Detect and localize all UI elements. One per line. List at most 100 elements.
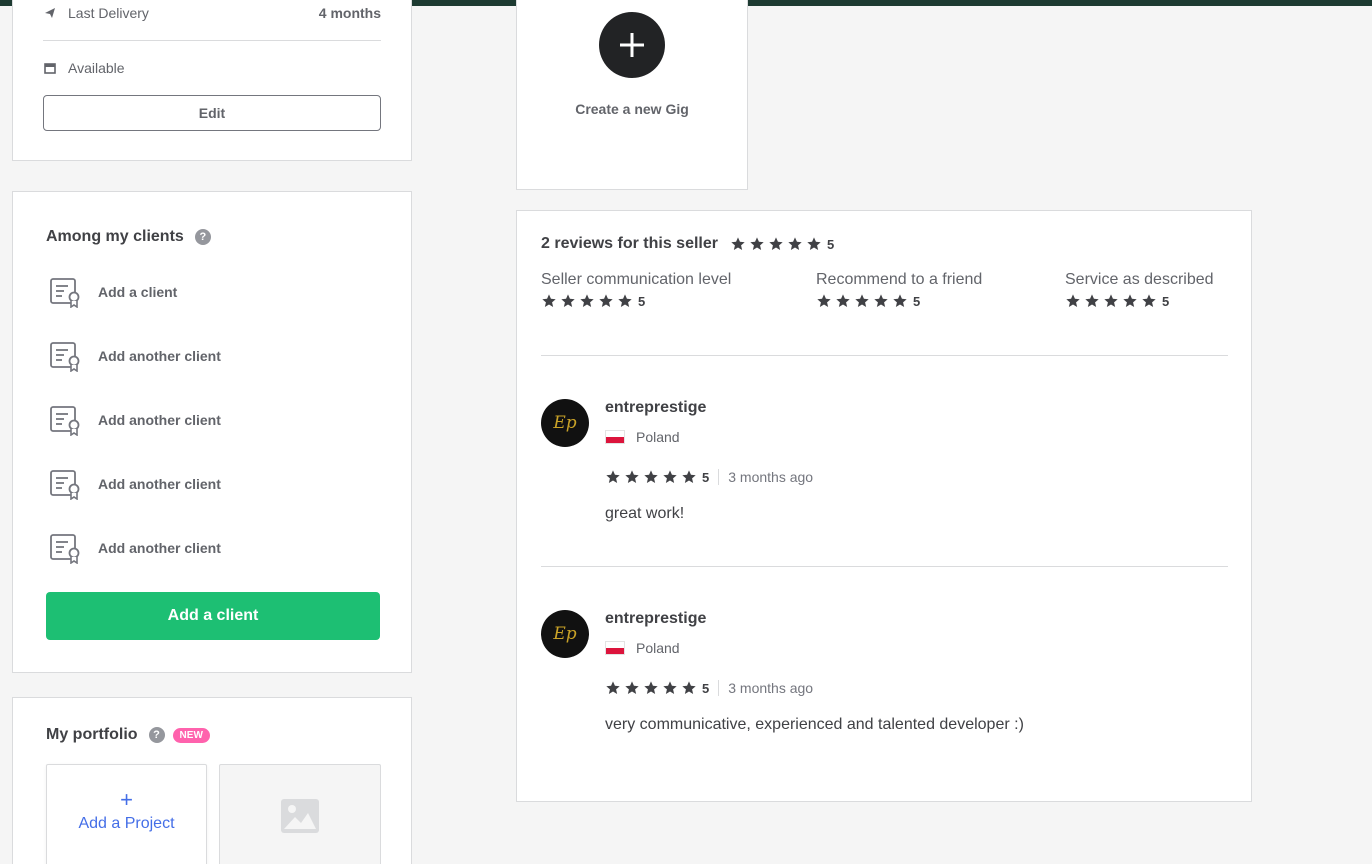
seller-overview-card: Last Delivery 4 months Available Edit xyxy=(12,0,412,161)
calendar-icon xyxy=(43,61,57,75)
portfolio-title: My portfolio ? NEW xyxy=(46,726,210,744)
star-icon xyxy=(618,294,632,307)
review-rating: 5 3 months ago xyxy=(605,469,813,485)
client-item-label: Add another client xyxy=(98,348,221,364)
star-rating: 5 xyxy=(605,469,709,485)
breakdown-label: Seller communication level xyxy=(541,271,732,288)
star-icon xyxy=(769,237,783,250)
star-icon xyxy=(625,681,639,694)
clients-title-text: Among my clients xyxy=(46,228,184,245)
review-text: great work! xyxy=(605,505,685,522)
availability-row: Available xyxy=(43,60,381,76)
review-rating-value: 5 xyxy=(702,680,710,696)
star-icon xyxy=(1142,294,1156,307)
separator xyxy=(718,469,720,485)
star-icon xyxy=(817,294,831,307)
plus-circle-icon[interactable] xyxy=(599,12,665,78)
divider xyxy=(541,566,1228,567)
add-project-tile[interactable]: + Add a Project xyxy=(46,764,207,864)
star-icon xyxy=(874,294,888,307)
star-icon xyxy=(1104,294,1118,307)
certificate-icon xyxy=(50,278,80,308)
breakdown-rating-value: 5 xyxy=(638,293,646,309)
star-icon xyxy=(750,237,764,250)
help-icon[interactable]: ? xyxy=(148,727,165,743)
star-icon xyxy=(663,681,677,694)
image-placeholder-icon xyxy=(281,799,319,833)
last-delivery-label: Last Delivery xyxy=(68,5,149,21)
star-icon xyxy=(542,294,556,307)
review-date: 3 months ago xyxy=(728,469,814,485)
star-rating: 5 xyxy=(1065,293,1169,309)
review-text: very communicative, experienced and tale… xyxy=(605,716,1024,733)
rating-breakdown-item: Service as described 5 xyxy=(1065,271,1214,314)
availability-status: Available xyxy=(68,60,125,76)
star-rating: 5 xyxy=(816,293,920,309)
poland-flag-icon xyxy=(605,430,625,444)
review-country-name: Poland xyxy=(636,429,680,445)
client-item[interactable]: Add another client xyxy=(49,468,221,500)
breakdown-label: Service as described xyxy=(1065,271,1214,288)
review-rating: 5 3 months ago xyxy=(605,680,813,696)
star-icon xyxy=(836,294,850,307)
star-icon xyxy=(580,294,594,307)
portfolio-card: My portfolio ? NEW + Add a Project xyxy=(12,697,412,864)
reviews-header: 2 reviews for this seller 5 xyxy=(541,235,834,253)
star-icon xyxy=(606,470,620,483)
add-project-label: Add a Project xyxy=(78,815,175,832)
client-item-label: Add another client xyxy=(98,412,221,428)
breakdown-rating-value: 5 xyxy=(913,293,921,309)
client-item[interactable]: Add another client xyxy=(49,404,221,436)
client-item-label: Add another client xyxy=(98,476,221,492)
divider xyxy=(43,40,381,41)
portfolio-title-text: My portfolio xyxy=(46,726,138,743)
help-icon[interactable]: ? xyxy=(194,229,211,245)
reviews-count-title: 2 reviews for this seller xyxy=(541,235,718,252)
star-icon xyxy=(1123,294,1137,307)
last-delivery-row: Last Delivery 4 months xyxy=(43,5,381,21)
star-icon xyxy=(893,294,907,307)
add-client-button[interactable]: Add a client xyxy=(46,592,380,640)
star-icon xyxy=(807,237,821,250)
client-item[interactable]: Add another client xyxy=(49,340,221,372)
certificate-icon xyxy=(50,406,80,436)
client-item[interactable]: Add a client xyxy=(49,276,177,308)
review-username[interactable]: entreprestige xyxy=(605,610,706,628)
clients-card: Among my clients ? Add a client Add anot… xyxy=(12,191,412,673)
star-icon xyxy=(625,470,639,483)
paper-plane-icon xyxy=(43,6,57,20)
avatar[interactable]: Ep xyxy=(541,399,589,447)
last-delivery-value: 4 months xyxy=(318,5,381,21)
client-item[interactable]: Add another client xyxy=(49,532,221,564)
star-rating: 5 xyxy=(730,236,834,252)
clients-title: Among my clients ? xyxy=(46,228,211,246)
review-username[interactable]: entreprestige xyxy=(605,399,706,417)
review-country: Poland xyxy=(605,429,680,445)
edit-button[interactable]: Edit xyxy=(43,95,381,131)
certificate-icon xyxy=(50,470,80,500)
client-item-label: Add a client xyxy=(98,284,178,300)
new-badge: NEW xyxy=(172,727,210,743)
client-item-label: Add another client xyxy=(98,540,221,556)
star-icon xyxy=(855,294,869,307)
star-icon xyxy=(1085,294,1099,307)
avatar[interactable]: Ep xyxy=(541,610,589,658)
star-rating: 5 xyxy=(541,293,645,309)
overall-rating-value: 5 xyxy=(826,236,835,252)
poland-flag-icon xyxy=(605,641,625,655)
breakdown-label: Recommend to a friend xyxy=(816,271,983,288)
create-gig-card[interactable]: Create a new Gig xyxy=(516,0,748,190)
star-icon xyxy=(644,470,658,483)
rating-breakdown-item: Recommend to a friend 5 xyxy=(816,271,982,314)
divider xyxy=(541,355,1228,356)
review-country-name: Poland xyxy=(636,640,680,656)
star-icon xyxy=(663,470,677,483)
reviews-card: 2 reviews for this seller 5 Seller commu… xyxy=(516,210,1252,802)
review-date: 3 months ago xyxy=(728,680,814,696)
create-gig-label[interactable]: Create a new Gig xyxy=(517,101,747,117)
certificate-icon xyxy=(50,342,80,372)
review-country: Poland xyxy=(605,640,680,656)
star-icon xyxy=(731,237,745,250)
review-rating-value: 5 xyxy=(702,469,710,485)
star-icon xyxy=(682,681,696,694)
